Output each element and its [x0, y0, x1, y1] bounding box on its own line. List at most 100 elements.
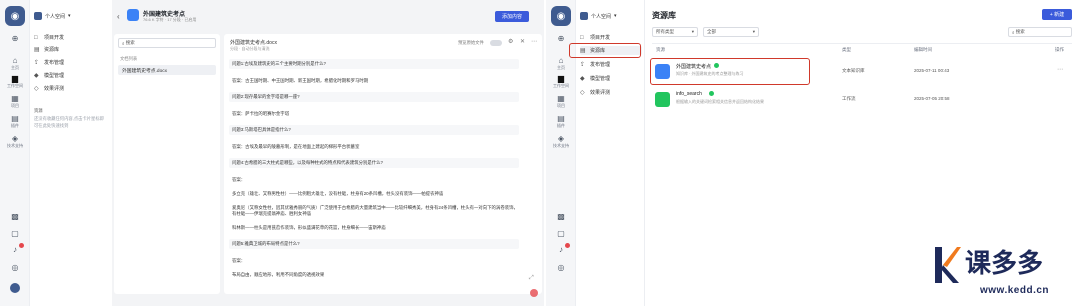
nav-model-2[interactable]: ◆ 模型管理 — [580, 74, 610, 83]
rail-create-2[interactable]: ⊕ — [546, 34, 576, 43]
bell-icon: ♪ — [13, 245, 17, 254]
delete-icon[interactable]: ✕ — [520, 38, 525, 45]
float-badge[interactable] — [530, 289, 538, 297]
eval-icon: ◇ — [34, 86, 39, 92]
plus-circle-icon: ⊕ — [557, 34, 565, 43]
rail-projects-2[interactable]: ▦ 项目 — [546, 94, 576, 109]
row-type: 文本知识库 — [842, 68, 865, 73]
rail-qrcode[interactable]: ▩ — [0, 212, 30, 221]
workspace-switcher[interactable]: 个人空间 ▾ — [34, 12, 71, 20]
col-time: 编辑时间 — [914, 47, 932, 52]
rail-docs[interactable]: ▢ — [0, 229, 30, 238]
watermark-url: www.kedd.cn — [980, 285, 1050, 296]
more-icon[interactable]: ⋯ — [531, 38, 537, 45]
rail-home-2[interactable]: ⌂ 主页 — [546, 56, 576, 71]
rail-settings-2[interactable]: ◎ — [546, 263, 576, 272]
rail-notifications-2[interactable]: ♪ — [546, 245, 576, 254]
rail-workspace[interactable]: ▆ 工作空间 — [0, 74, 30, 89]
rail-workspace-2[interactable]: ▆ 工作空间 — [546, 74, 576, 89]
row-type: 工作流 — [842, 96, 856, 101]
settings-icon[interactable]: ⚙ — [508, 38, 513, 45]
rail-notifications[interactable]: ♪ — [0, 245, 30, 254]
more-icon[interactable]: ⋯ — [1057, 66, 1063, 73]
nav-publish[interactable]: ⇪ 发布管理 — [34, 58, 64, 67]
resource-search-input[interactable]: ⌕ 搜索 — [1008, 27, 1072, 37]
add-content-button[interactable]: 添加内容 — [495, 11, 529, 22]
highlight-resource-nav — [569, 43, 641, 58]
doc-list-label: 文档列表 — [120, 56, 138, 61]
doc-search-input[interactable]: ⌕ 搜索 — [118, 38, 216, 48]
table-row[interactable]: info_search 根据输入的关键词检索相关信息并返回结构化结果 工作流 2… — [652, 87, 1072, 111]
rail-home[interactable]: ⊕ — [0, 34, 30, 43]
watermark-k-icon — [935, 247, 961, 283]
knowledge-icon — [127, 9, 139, 21]
rail-settings[interactable]: ◎ — [0, 263, 30, 272]
qa-question: 问题1:古埃及建筑史的三个主要时期分别是什么? — [229, 59, 519, 69]
workspace-switcher-2[interactable]: 个人空间 ▾ — [580, 12, 617, 20]
qa-question: 问题3:马斯塔巴具体是指什么? — [229, 125, 519, 135]
qa-answer: 答案：古王国时期、中王国时期、新王国时期，希腊化时期和罗马时期 — [232, 78, 369, 83]
qa-answer: 多立克（雄壮、又称男性柱）——比例粗大雄壮，没有柱础，柱身有20条凹槽，柱头没有… — [232, 191, 444, 196]
model-icon: ◆ — [580, 76, 585, 82]
resource-title: 资源库 — [652, 11, 676, 20]
plus-circle-icon: ⊕ — [11, 34, 19, 43]
document-icon: ▢ — [11, 229, 19, 238]
doc-file-header: 外国建筑史考点.docx — [230, 40, 277, 46]
rail-docs-2[interactable]: ▢ — [546, 229, 576, 238]
nav-eval[interactable]: ◇ 效果评测 — [34, 84, 64, 93]
col-action: 操作 — [1055, 47, 1064, 52]
qa-question: 问题4:古希腊的三大柱式是哪些，以及每种柱式的特点和代表建筑分别是什么? — [229, 158, 519, 168]
rail-home-item[interactable]: ⌂ 主页 — [0, 56, 30, 71]
expand-icon[interactable]: ⤢ — [529, 275, 534, 282]
notification-badge — [19, 243, 24, 248]
resource-section-title: 资源 — [34, 108, 43, 113]
row-name: info_search — [676, 91, 702, 97]
nav-project-dev[interactable]: □ 项目开发 — [34, 33, 64, 42]
app-logo[interactable]: ◉ — [5, 6, 25, 26]
rail-projects[interactable]: ▦ 项目 — [0, 94, 30, 109]
project-icon: □ — [34, 34, 38, 41]
nav-resource[interactable]: ▤ 资源库 — [34, 45, 59, 54]
app-logo-2[interactable]: ◉ — [551, 6, 571, 26]
rail-support-2[interactable]: ◈ 技术支持 — [546, 134, 576, 149]
nav-publish-2[interactable]: ⇪ 发布管理 — [580, 60, 610, 69]
rail-plugins[interactable]: ▤ 插件 — [0, 114, 30, 129]
rail-support[interactable]: ◈ 技术支持 — [0, 134, 30, 149]
rail-qrcode-2[interactable]: ▩ — [546, 212, 576, 221]
nav-project-dev-2[interactable]: □ 项目开发 — [580, 33, 610, 42]
eval-icon: ◇ — [580, 90, 585, 96]
chevron-down-icon: ▾ — [68, 13, 71, 19]
filter-type-select[interactable]: 所有类型 ▾ — [652, 27, 698, 37]
back-arrow-icon[interactable]: ‹ — [117, 12, 120, 21]
model-icon: ◆ — [34, 73, 39, 79]
support-icon: ◈ — [11, 134, 19, 143]
highlight-resource-row — [650, 58, 810, 85]
notification-badge-2 — [565, 243, 570, 248]
left-rail: ◉ ⊕ ⌂ 主页 ▆ 工作空间 ▦ 项目 ▤ 插件 ◈ 技术支持 ▩ ▢ ♪ ◎ — [0, 0, 30, 306]
qa-answer: 答案：古埃及最早的陵墓形制，是在地面上建起的梯形平台状墓室 — [232, 144, 360, 149]
folder-icon: ▆ — [557, 74, 565, 83]
library-icon: ▤ — [34, 47, 40, 53]
grid-icon: ▦ — [557, 94, 565, 103]
resource-empty-note: 还没有收藏任何内容,点击卡片星标即可在此处快速找到 — [34, 116, 104, 128]
settings-icon: ◎ — [11, 263, 19, 272]
nav-eval-2[interactable]: ◇ 效果评测 — [580, 88, 610, 97]
publish-icon: ⇪ — [580, 62, 586, 68]
preview-toggle[interactable] — [490, 40, 502, 46]
new-resource-button[interactable]: + 新建 — [1042, 9, 1072, 20]
document-icon: ▢ — [557, 229, 565, 238]
qa-question: 问题2:现存最早的金字塔是哪一座? — [229, 92, 519, 102]
nav-model[interactable]: ◆ 模型管理 — [34, 71, 64, 80]
home-icon: ⌂ — [12, 56, 18, 65]
doc-file-sub: 分段 · 自动分段与清洗 — [230, 46, 270, 51]
support-icon: ◈ — [557, 134, 565, 143]
user-avatar[interactable] — [10, 283, 20, 293]
rail-plugins-2[interactable]: ▤ 插件 — [546, 114, 576, 129]
doc-file-item[interactable]: 外国建筑史考点.docx — [118, 65, 216, 75]
chevron-down-icon: ▾ — [614, 13, 617, 19]
qa-question: 问题5:雅典卫城的布局特点是什么? — [229, 239, 519, 249]
filter-all-select[interactable]: 全部 ▾ — [703, 27, 759, 37]
row-time: 2025-07-05 20:58 — [914, 96, 950, 101]
workspace-avatar — [34, 12, 42, 20]
bell-icon: ♪ — [559, 245, 563, 254]
